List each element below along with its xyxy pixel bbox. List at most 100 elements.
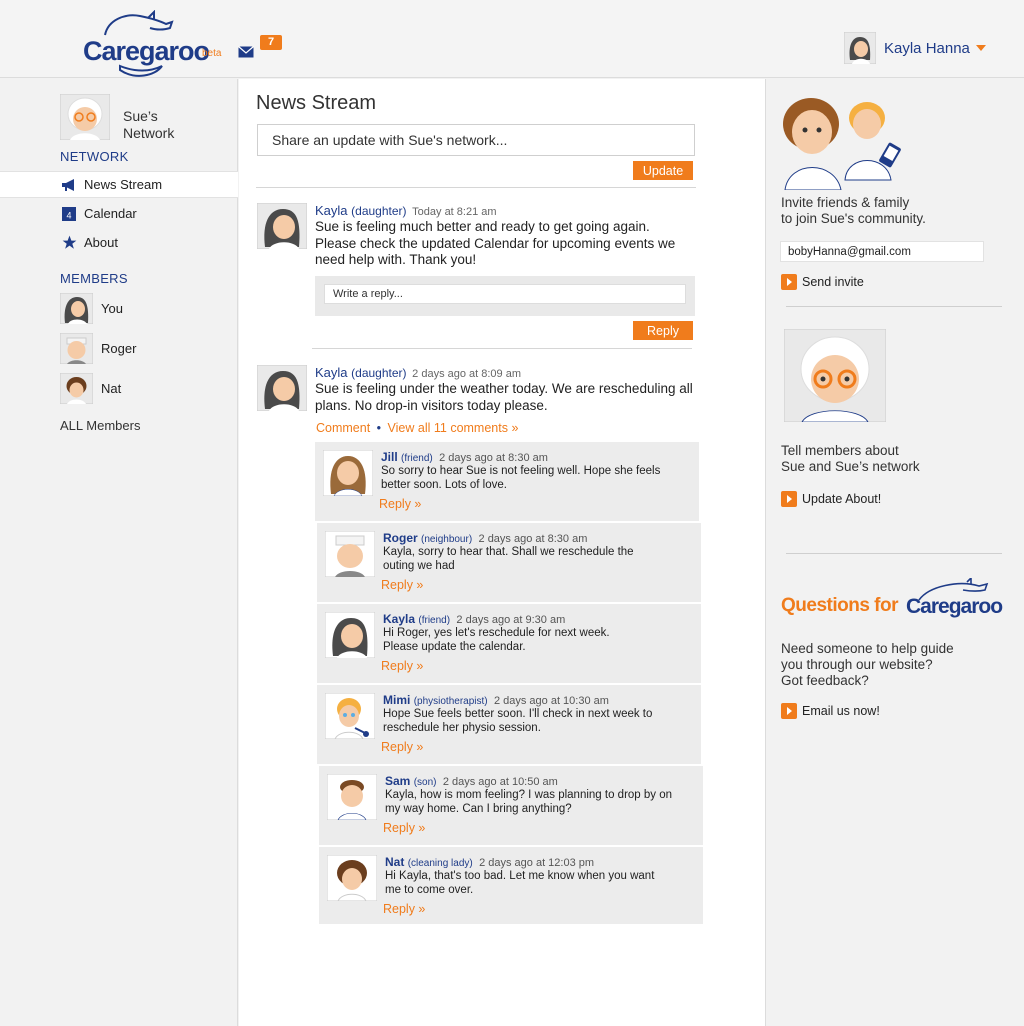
comment: Nat (cleaning lady) 2 days ago at 12:03 … (319, 847, 703, 926)
help-text-line-1: Need someone to help guide (781, 641, 954, 656)
questions-prefix: Questions for (781, 595, 899, 616)
comment-time: 2 days ago at 10:50 am (442, 776, 558, 788)
page-title: News Stream (256, 92, 377, 114)
post-relation: (daughter) (351, 366, 407, 380)
email-us-button[interactable]: Email us now! (781, 703, 880, 719)
comment-meta: Sam (son) 2 days ago at 10:50 am (385, 774, 558, 788)
member-name: Roger (101, 341, 137, 356)
comment-avatar[interactable] (325, 693, 375, 739)
comment-time: 2 days ago at 12:03 pm (479, 857, 595, 869)
post-body: Sue is feeling under the weather today. … (315, 381, 693, 413)
member-nat[interactable]: Nat (60, 373, 121, 404)
post-author[interactable]: Kayla (315, 365, 348, 380)
comment-avatar[interactable] (325, 531, 375, 577)
questions-logo: Questions for Caregaroo (781, 578, 1011, 628)
comment-relation: (friend) (401, 453, 433, 464)
comment-avatar[interactable] (323, 450, 373, 496)
comment: Kayla (friend) 2 days ago at 9:30 am Hi … (317, 604, 701, 685)
member-you[interactable]: You (60, 293, 123, 324)
share-update-input[interactable] (257, 124, 695, 156)
reply-link[interactable]: Reply » (381, 740, 423, 754)
comment-text: Kayla, sorry to hear that. Shall we resc… (383, 546, 634, 572)
news-stream-panel: News Stream Update Kayla (daughter) Toda… (239, 79, 765, 1026)
comment-link[interactable]: Comment (316, 421, 370, 435)
all-members-link[interactable]: ALL Members (60, 418, 140, 433)
nav-news-stream-label: News Stream (84, 177, 163, 192)
post-author[interactable]: Kayla (315, 203, 348, 218)
view-all-comments-link[interactable]: View all 11 comments » (388, 421, 519, 435)
top-header: Caregaroo beta 7 Kayla Hanna (0, 0, 1024, 78)
comment-author[interactable]: Sam (385, 774, 410, 788)
help-text-line-2: you through our website? (781, 657, 933, 672)
reply-link[interactable]: Reply » (381, 659, 423, 673)
nav-calendar[interactable]: 4 Calendar (0, 200, 238, 227)
update-about-button[interactable]: Update About! (781, 491, 881, 507)
comment-relation: (cleaning lady) (407, 858, 473, 869)
comment-author[interactable]: Jill (381, 450, 398, 464)
left-sidebar: Sue’s Network NETWORK News Stream 4 Cale… (0, 79, 238, 1026)
comment-time: 2 days ago at 8:30 am (439, 452, 548, 464)
member-roger[interactable]: Roger (60, 333, 136, 364)
comment-avatar[interactable] (325, 612, 375, 658)
comment-author[interactable]: Mimi (383, 693, 410, 707)
comment-time: 2 days ago at 10:30 am (493, 695, 609, 707)
post-time: Today at 8:21 am (412, 206, 497, 218)
arrow-right-icon (781, 274, 797, 290)
nav-about[interactable]: About (0, 229, 238, 256)
sue-avatar[interactable] (784, 329, 886, 422)
reply-link[interactable]: Reply » (383, 821, 425, 835)
post-author-avatar[interactable] (257, 203, 307, 249)
post-meta: Kayla (daughter) 2 days ago at 8:09 am (315, 365, 521, 380)
update-about-label: Update About! (802, 492, 882, 506)
update-button[interactable]: Update (633, 161, 693, 180)
right-sidebar: Invite friends & family to join Sue's co… (765, 79, 1024, 1026)
member-avatar (60, 293, 93, 324)
members-heading: MEMBERS (60, 271, 128, 286)
comment-relation: (neighbour) (421, 534, 473, 545)
reply-link[interactable]: Reply » (379, 497, 421, 511)
arrow-right-icon (781, 491, 797, 507)
member-name: Nat (101, 381, 122, 396)
invite-text-line-1: Invite friends & family (781, 195, 910, 210)
comment-meta: Nat (cleaning lady) 2 days ago at 12:03 … (385, 855, 594, 869)
mail-icon[interactable] (238, 46, 254, 58)
reply-link[interactable]: Reply » (381, 578, 423, 592)
nav-news-stream[interactable]: News Stream (0, 171, 238, 198)
comment-meta: Mimi (physiotherapist) 2 days ago at 10:… (383, 693, 609, 707)
divider (786, 306, 1002, 307)
separator-dot: • (376, 421, 382, 435)
comment-text: Hi Kayla, that's too bad. Let me know wh… (385, 870, 655, 896)
comment-avatar[interactable] (327, 855, 377, 901)
mail-count-badge[interactable]: 7 (260, 35, 282, 50)
caregaroo-logo[interactable]: Caregaroo beta (80, 10, 230, 80)
comment-author[interactable]: Nat (385, 855, 404, 869)
reply-input[interactable] (324, 284, 686, 304)
chevron-down-icon[interactable] (975, 45, 986, 51)
user-avatar (844, 32, 876, 64)
comment-relation: (friend) (418, 615, 451, 626)
comment-meta: Kayla (friend) 2 days ago at 9:30 am (383, 612, 565, 626)
calendar-icon: 4 (60, 206, 78, 222)
reply-link[interactable]: Reply » (383, 902, 425, 916)
comment-avatar[interactable] (327, 774, 377, 820)
post-body: Sue is feeling much better and ready to … (315, 219, 676, 267)
divider (312, 348, 692, 349)
invite-email-input[interactable] (780, 241, 984, 262)
star-icon (60, 235, 78, 251)
post-author-avatar[interactable] (257, 365, 307, 411)
comment-author[interactable]: Roger (383, 531, 418, 545)
user-name: Kayla Hanna (884, 39, 970, 57)
user-menu[interactable]: Kayla Hanna (844, 32, 986, 64)
reply-button[interactable]: Reply (633, 321, 693, 340)
comment: Mimi (physiotherapist) 2 days ago at 10:… (317, 685, 701, 766)
network-avatar[interactable] (60, 94, 110, 140)
send-invite-button[interactable]: Send invite (781, 274, 864, 290)
invite-text-line-2: to join Sue's community. (781, 211, 926, 226)
megaphone-icon (60, 177, 78, 193)
comment-meta: Jill (friend) 2 days ago at 8:30 am (381, 450, 548, 464)
comment-text: Kayla, how is mom feeling? I was plannin… (385, 789, 673, 815)
comment-author[interactable]: Kayla (383, 612, 415, 626)
help-text-line-3: Got feedback? (781, 673, 869, 688)
member-avatar (60, 373, 93, 404)
nav-calendar-label: Calendar (84, 206, 137, 221)
